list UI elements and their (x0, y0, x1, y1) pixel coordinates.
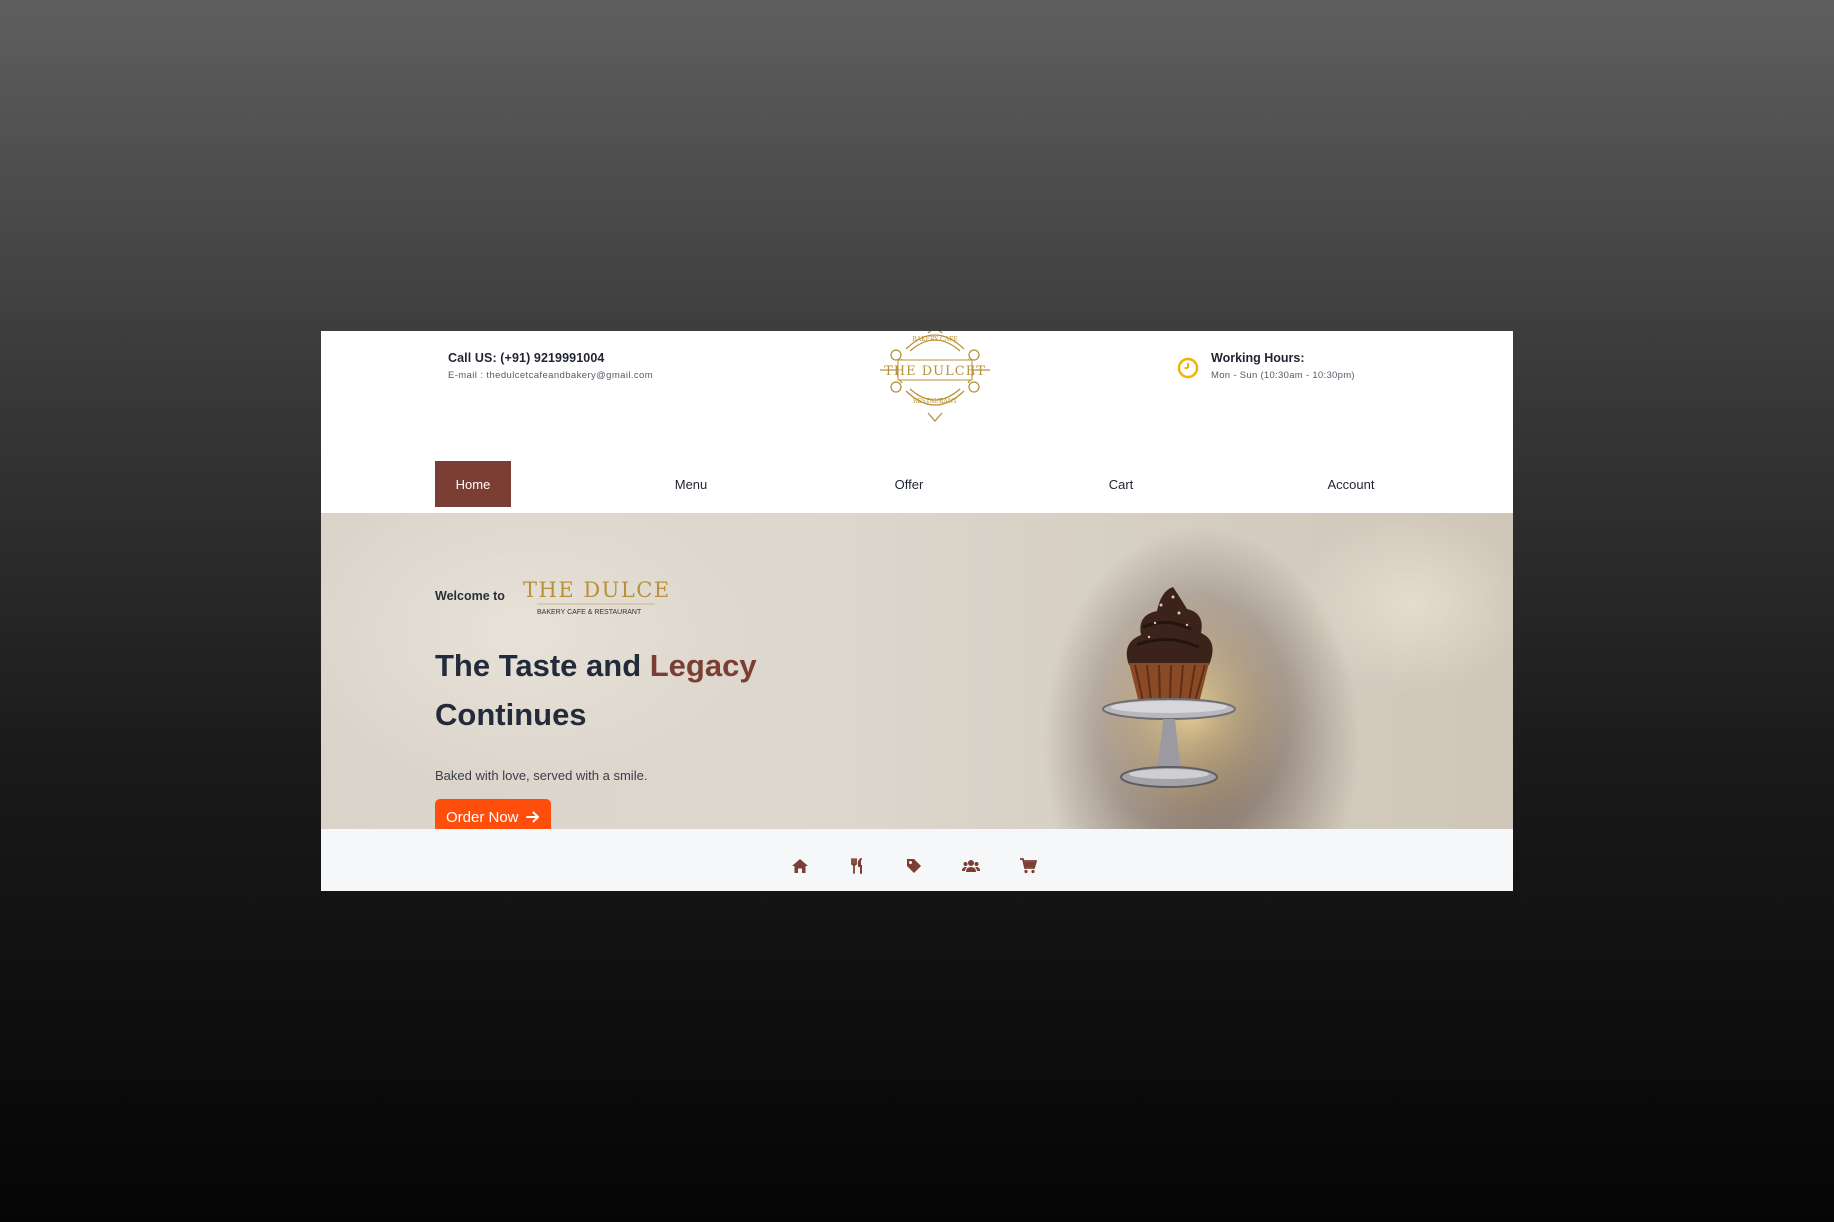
phone-number[interactable]: Call US: (+91) 9219991004 (448, 351, 653, 365)
users-icon[interactable] (962, 857, 980, 875)
main-nav: Home Menu Offer Cart Account (321, 461, 1513, 507)
working-hours-title: Working Hours: (1211, 351, 1305, 365)
hero-tagline: Baked with love, served with a smile. (435, 768, 648, 783)
welcome-line: Welcome to THE DULCET BAKERY CAFE & REST… (435, 573, 671, 619)
dulcet-wordmark: THE DULCET BAKERY CAFE & RESTAURANT (523, 578, 671, 616)
nav-cart[interactable]: Cart (1081, 461, 1161, 507)
hero-section: Welcome to THE DULCET BAKERY CAFE & REST… (321, 513, 1513, 831)
top-header: Call US: (+91) 9219991004 E-mail : thedu… (321, 331, 1513, 461)
clock-icon (1177, 357, 1199, 379)
bottom-icon-bar (321, 829, 1513, 891)
utensils-icon[interactable] (848, 857, 866, 875)
home-icon[interactable] (791, 857, 809, 875)
working-hours: Working Hours: Mon - Sun (10:30am - 10:3… (1177, 351, 1355, 381)
browser-page: Call US: (+91) 9219991004 E-mail : thedu… (321, 331, 1513, 891)
order-now-label: Order Now (446, 808, 519, 826)
nav-offer[interactable]: Offer (869, 461, 949, 507)
cupcake-image (1102, 587, 1236, 788)
tag-icon[interactable] (905, 857, 923, 875)
hero-headline: The Taste and Legacy Continues (435, 641, 855, 739)
welcome-text: Welcome to (435, 589, 505, 603)
nav-home[interactable]: Home (435, 461, 511, 507)
logo-bottom-text: RESTAURANT (913, 398, 957, 405)
wordmark-sub: BAKERY CAFE & RESTAURANT (537, 609, 642, 616)
headline-part1: The Taste and (435, 648, 650, 683)
order-now-button[interactable]: Order Now (435, 799, 551, 831)
arrow-right-icon (525, 811, 539, 823)
working-hours-value: Mon - Sun (10:30am - 10:30pm) (1211, 370, 1355, 381)
email-address[interactable]: E-mail : thedulcetcafeandbakery@gmail.co… (448, 370, 653, 381)
brand-logo[interactable]: BAKERY CAFE THE DULCET RESTAURANT (876, 331, 994, 425)
cart-icon[interactable] (1019, 857, 1037, 875)
headline-part2: Continues (435, 697, 587, 732)
nav-account[interactable]: Account (1301, 461, 1401, 507)
nav-menu[interactable]: Menu (651, 461, 731, 507)
logo-main-text: THE DULCET (884, 364, 986, 379)
logo-top-text: BAKERY CAFE (912, 336, 957, 343)
contact-info: Call US: (+91) 9219991004 E-mail : thedu… (448, 351, 653, 381)
wordmark-main: THE DULCET (523, 578, 671, 602)
headline-accent: Legacy (649, 648, 757, 683)
